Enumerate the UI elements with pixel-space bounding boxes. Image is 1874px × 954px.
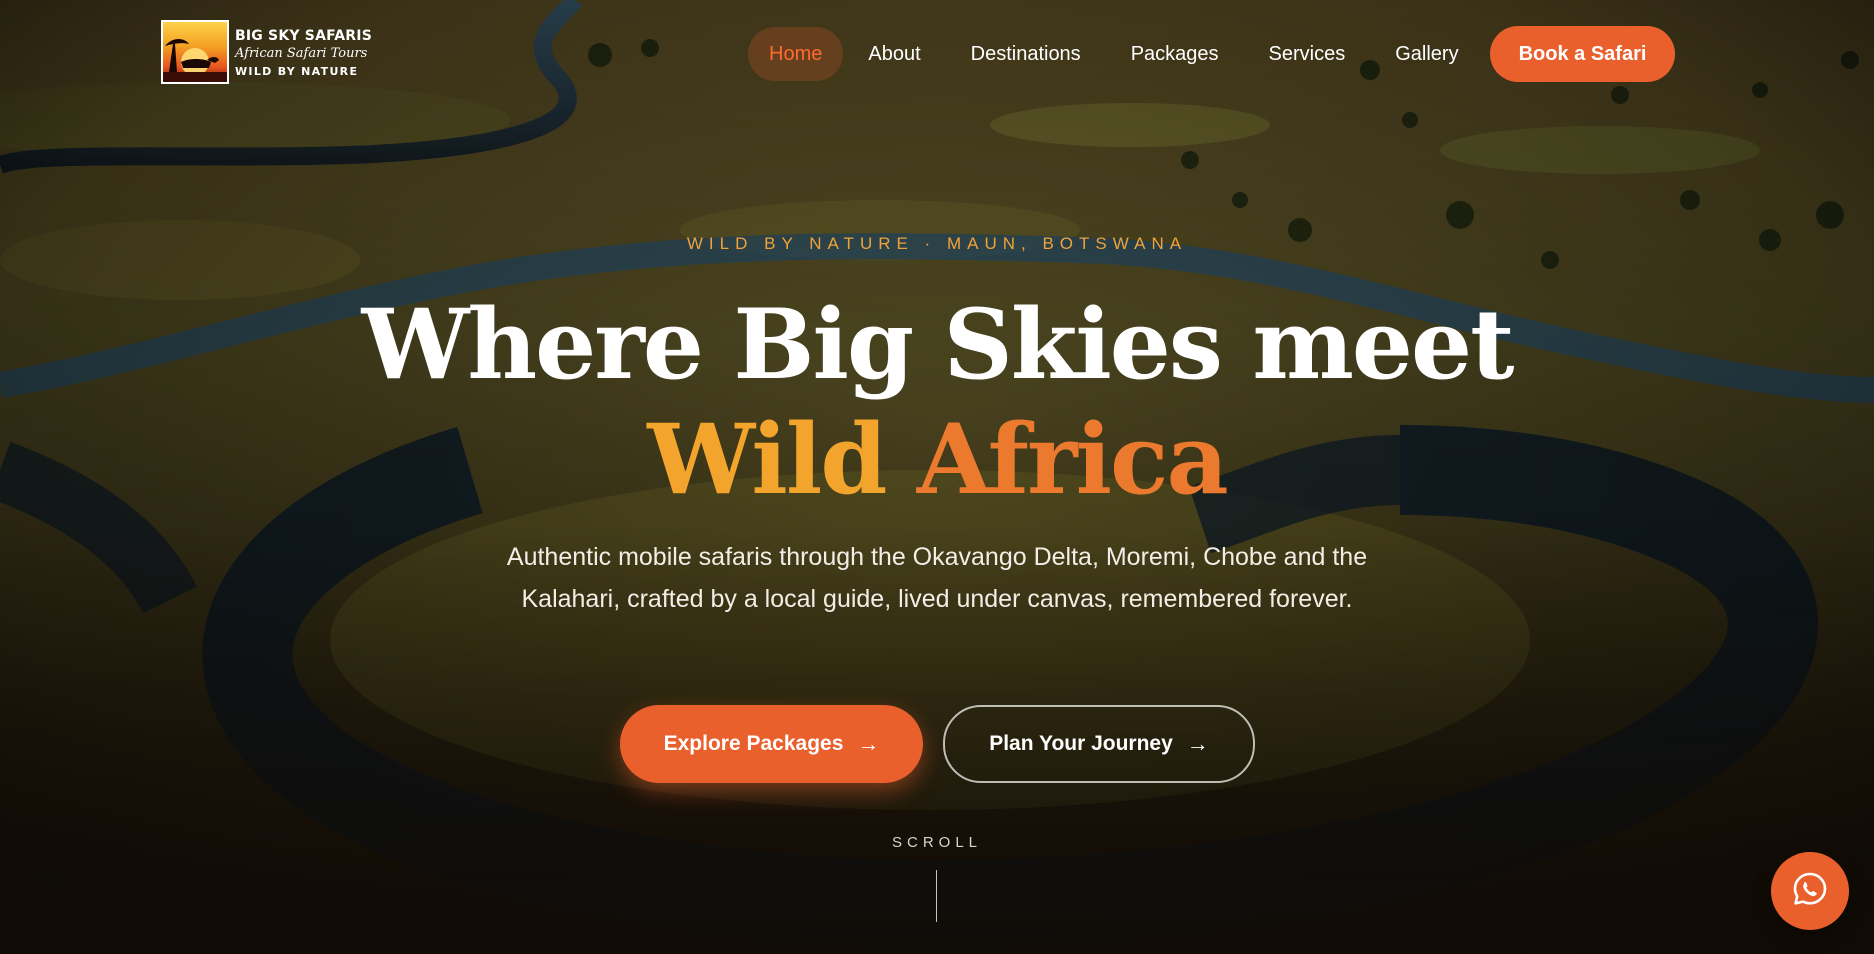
whatsapp-icon (1791, 870, 1829, 913)
hero-actions: Explore Packages → Plan Your Journey → (620, 705, 1255, 783)
brand-tagline: WILD BY NATURE (235, 65, 359, 78)
whatsapp-button[interactable] (1771, 852, 1849, 930)
hero-heading-africa: Africa (916, 403, 1229, 516)
nav-item-home[interactable]: Home (748, 27, 844, 81)
hero-heading-line1: Where Big Skies meet (361, 288, 1515, 401)
arrow-right-icon: → (1186, 731, 1209, 756)
nav-item-about[interactable]: About (843, 27, 945, 81)
logo-emblem-icon (161, 20, 229, 84)
plan-journey-button[interactable]: Plan Your Journey → (943, 705, 1255, 783)
nav-item-destinations[interactable]: Destinations (946, 27, 1106, 81)
nav-item-services[interactable]: Services (1244, 27, 1371, 81)
plan-journey-label: Plan Your Journey (989, 732, 1173, 755)
hero-eyebrow: WILD BY NATURE · MAUN, BOTSWANA (686, 234, 1188, 253)
scroll-indicator-line (936, 870, 937, 922)
brand-script: African Safari Tours (235, 46, 368, 61)
explore-packages-button[interactable]: Explore Packages → (620, 705, 923, 783)
arrow-right-icon: → (857, 731, 880, 756)
nav-item-gallery[interactable]: Gallery (1370, 27, 1483, 81)
main-nav: Home About Destinations Packages Service… (748, 26, 1676, 82)
brand-title: BIG SKY SAFARIS (235, 28, 372, 44)
nav-item-packages[interactable]: Packages (1106, 27, 1244, 81)
book-safari-button[interactable]: Book a Safari (1489, 26, 1676, 82)
explore-packages-label: Explore Packages (663, 732, 844, 755)
hero-heading-wild: Wild (647, 403, 887, 516)
hero-lead: Authentic mobile safaris through the Oka… (506, 543, 1368, 613)
brand-logo[interactable]: BIG SKY SAFARIS African Safari Tours WIL… (161, 20, 372, 84)
scroll-indicator-label[interactable]: SCROLL (0, 834, 1874, 851)
hero-heading-line2: Wild Africa (0, 403, 1874, 516)
